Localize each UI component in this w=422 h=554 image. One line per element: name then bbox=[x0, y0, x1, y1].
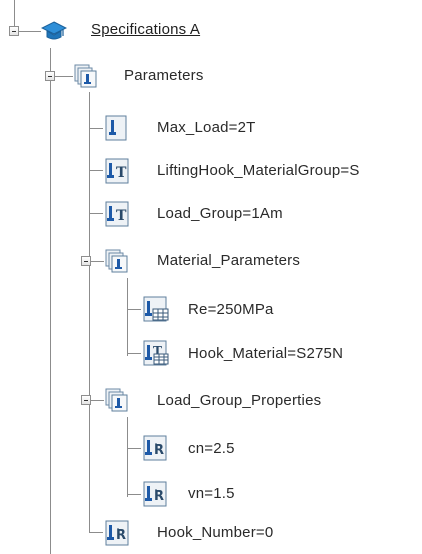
re-label[interactable]: Re=250MPa bbox=[188, 300, 274, 320]
parameter-set-icon bbox=[74, 64, 97, 88]
svg-text:T: T bbox=[116, 165, 127, 181]
specifications-label[interactable]: Specifications A bbox=[91, 20, 200, 40]
cn-label[interactable]: cn=2.5 bbox=[188, 439, 235, 459]
collapse-toggle-load-group-properties[interactable] bbox=[81, 395, 91, 405]
liftinghook-materialgroup-label[interactable]: LiftingHook_MaterialGroup=S bbox=[157, 161, 360, 181]
tree-line-liftinghook-h bbox=[89, 170, 103, 171]
tree-line-parameters-h bbox=[55, 76, 73, 77]
tree-line-maxload-h bbox=[89, 128, 103, 129]
tree-line-hooknumber-h bbox=[89, 532, 103, 533]
real-parameter-icon: R bbox=[143, 481, 167, 507]
text-parameter-icon: T bbox=[105, 158, 129, 184]
parameter-set-icon bbox=[105, 388, 128, 412]
parameter-icon bbox=[105, 115, 127, 141]
specifications-cap-icon bbox=[41, 21, 67, 40]
tree-line-material-params-vertical bbox=[127, 278, 128, 356]
svg-text:T: T bbox=[116, 208, 127, 224]
tree-line-root-h bbox=[19, 31, 41, 32]
tree-line-cn-h bbox=[127, 448, 141, 449]
max-load-label[interactable]: Max_Load=2T bbox=[157, 118, 256, 138]
parameters-label[interactable]: Parameters bbox=[124, 66, 204, 86]
real-parameter-icon: R bbox=[143, 435, 167, 461]
text-parameter-icon: T bbox=[105, 201, 129, 227]
tree-line-hookmaterial-h bbox=[127, 353, 141, 354]
material-parameters-label[interactable]: Material_Parameters bbox=[157, 251, 300, 271]
tree-line-loadgroup-h bbox=[89, 213, 103, 214]
parameter-set-icon bbox=[105, 249, 128, 273]
tree-line-re-h bbox=[127, 309, 141, 310]
tree-line-vn-h bbox=[127, 494, 141, 495]
collapse-toggle-specifications[interactable] bbox=[9, 26, 19, 36]
hook-material-label[interactable]: Hook_Material=S275N bbox=[188, 344, 343, 364]
tree-line-lgp-vertical bbox=[127, 417, 128, 497]
tree-line-parameters-vertical bbox=[89, 92, 90, 532]
load-group-label[interactable]: Load_Group=1Am bbox=[157, 204, 283, 224]
tree-line-main-vertical bbox=[50, 48, 51, 554]
collapse-toggle-parameters[interactable] bbox=[45, 71, 55, 81]
real-parameter-icon: R bbox=[105, 520, 129, 546]
load-group-properties-label[interactable]: Load_Group_Properties bbox=[157, 391, 321, 411]
vn-label[interactable]: vn=1.5 bbox=[188, 484, 235, 504]
collapse-toggle-material-parameters[interactable] bbox=[81, 256, 91, 266]
text-table-parameter-icon: T bbox=[143, 340, 169, 366]
tree-line-root-vertical bbox=[14, 0, 15, 26]
hook-number-label[interactable]: Hook_Number=0 bbox=[157, 523, 273, 543]
table-parameter-icon bbox=[143, 296, 169, 322]
